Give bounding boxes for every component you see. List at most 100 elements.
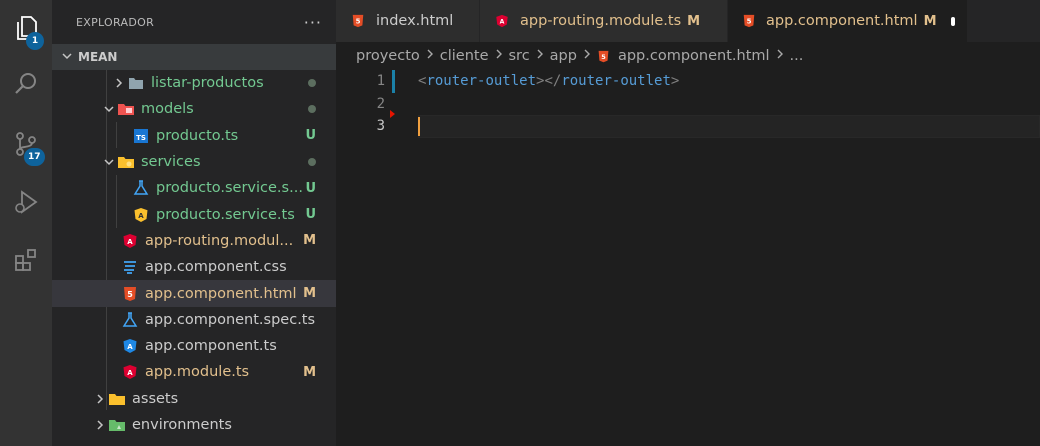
line-number: 2	[376, 95, 385, 112]
tree-item-label: producto.service.ts	[156, 206, 295, 223]
code-editor[interactable]: 1 <router-outlet></router-outlet> 2 3	[336, 70, 1040, 446]
source-control-icon[interactable]: 17	[0, 120, 52, 168]
svg-text:A: A	[127, 369, 133, 377]
tree-item-models[interactable]: models	[52, 96, 336, 122]
tree-item-app-component-css[interactable]: app.component.css	[52, 254, 336, 280]
git-status-badge: M	[303, 233, 316, 249]
folder-icon	[127, 75, 145, 91]
tree-item-label: app.component.spec.ts	[145, 311, 316, 328]
explorer-title: EXPLORADOR	[76, 15, 155, 29]
tree-item-app-component-ts[interactable]: A app.component.ts	[52, 333, 336, 359]
unsaved-dot-icon[interactable]	[950, 16, 955, 26]
breadcrumb-item[interactable]: proyecto	[356, 48, 420, 64]
tree-item-app-module[interactable]: A app.module.ts M	[52, 359, 336, 385]
explorer-header: EXPLORADOR ···	[52, 0, 336, 44]
angular-icon: A	[121, 233, 139, 249]
tab-status: M	[687, 13, 701, 29]
explorer-sidebar: EXPLORADOR ··· MEAN listar-productos mod…	[52, 0, 336, 446]
status-dot	[308, 79, 316, 88]
tree-item-label: app.component.html	[145, 285, 297, 302]
folder-services-icon	[117, 154, 135, 170]
source-control-badge: 17	[24, 148, 45, 166]
tree-item-label: assets	[132, 390, 179, 407]
tree-item-label: app-routing.modul...	[145, 232, 294, 249]
tab-label: app-routing.module.ts	[520, 13, 682, 29]
tab-app-routing-module[interactable]: A app-routing.module.ts M	[480, 0, 728, 42]
editor-tabs: 5 index.html A app-routing.module.ts M 5…	[336, 0, 1040, 42]
chevron-right-icon	[776, 48, 784, 64]
angular-icon: A	[494, 13, 510, 29]
tree-item-producto-service-ts[interactable]: A producto.service.ts U	[52, 201, 336, 227]
explorer-icon[interactable]: 1	[0, 4, 52, 52]
svg-text:A: A	[138, 212, 144, 220]
chevron-right-icon	[426, 48, 434, 64]
chevron-right-icon	[92, 419, 108, 431]
angular-service-icon: A	[132, 207, 150, 223]
chevron-right-icon	[92, 393, 108, 405]
git-status-badge: M	[303, 364, 316, 380]
tree-item-label: services	[141, 154, 201, 171]
tree-item-app-component-html[interactable]: 5 app.component.html M	[52, 280, 336, 307]
tree-item-app-component-spec[interactable]: app.component.spec.ts	[52, 307, 336, 333]
tree-item-label: producto.ts	[156, 127, 239, 144]
html5-icon: 5	[121, 286, 139, 302]
svg-text:5: 5	[601, 52, 606, 60]
chevron-right-icon	[111, 77, 127, 89]
svg-text:A: A	[127, 343, 133, 351]
tab-label: app.component.html	[766, 13, 918, 29]
breadcrumb: proyecto cliente src app 5 app.component…	[336, 42, 1040, 70]
svg-text:5: 5	[747, 18, 752, 26]
tab-index-html[interactable]: 5 index.html	[336, 0, 480, 42]
tab-app-component-html[interactable]: 5 app.component.html M	[728, 0, 968, 42]
line-number: 3	[376, 118, 385, 135]
test-flask-icon	[132, 180, 150, 196]
tree-item-services[interactable]: services	[52, 149, 336, 175]
git-status-badge: U	[305, 128, 316, 144]
svg-text:A: A	[500, 19, 505, 26]
breadcrumb-item[interactable]: src	[509, 48, 530, 64]
tree-item-listar-productos[interactable]: listar-productos	[52, 70, 336, 96]
svg-text:TS: TS	[136, 134, 146, 142]
chevron-down-icon	[101, 157, 117, 167]
workspace-section-header[interactable]: MEAN	[52, 44, 336, 70]
workspace-name: MEAN	[78, 50, 118, 64]
tab-label: index.html	[376, 13, 454, 29]
tree-item-label: producto.service.s...	[156, 180, 303, 197]
chevron-right-icon	[583, 48, 591, 64]
tree-item-app-routing-module[interactable]: A app-routing.modul... M	[52, 228, 336, 254]
extensions-icon[interactable]	[0, 236, 52, 284]
tab-status: M	[923, 13, 937, 29]
code-line: 1 <router-outlet></router-outlet>	[336, 70, 1040, 93]
folder-environment-icon	[108, 417, 126, 433]
git-status-badge: U	[305, 207, 316, 223]
status-dot	[308, 105, 316, 114]
chevron-down-icon	[101, 104, 117, 114]
tree-item-label: app.module.ts	[145, 364, 250, 381]
typescript-icon: TS	[132, 128, 150, 144]
folder-assets-icon	[108, 391, 126, 407]
breadcrumb-item[interactable]: cliente	[440, 48, 489, 64]
explorer-badge: 1	[26, 32, 44, 50]
more-actions-icon[interactable]: ···	[304, 13, 322, 32]
git-status-badge: M	[303, 286, 316, 302]
angular-icon: A	[121, 364, 139, 380]
chevron-right-icon	[495, 48, 503, 64]
line-number: 1	[376, 73, 385, 90]
angular-component-icon: A	[121, 338, 139, 354]
breadcrumb-item[interactable]: app	[550, 48, 577, 64]
tree-item-assets[interactable]: assets	[52, 386, 336, 412]
tree-item-producto-ts[interactable]: TS producto.ts U	[52, 123, 336, 149]
folder-models-icon	[117, 101, 135, 117]
search-icon[interactable]	[0, 60, 52, 108]
run-debug-icon[interactable]	[0, 178, 52, 226]
breadcrumb-item[interactable]: ...	[790, 48, 804, 64]
tree-item-environments[interactable]: environments	[52, 412, 336, 438]
tree-item-producto-service-spec[interactable]: producto.service.s... U	[52, 175, 336, 201]
html5-icon: 5	[742, 13, 756, 29]
git-status-badge: U	[305, 180, 316, 196]
tree-item-label: environments	[132, 417, 232, 433]
git-modified-gutter	[392, 70, 395, 93]
file-tree: listar-productos models TS producto.ts U…	[52, 70, 336, 438]
breadcrumb-item[interactable]: app.component.html	[618, 48, 770, 64]
tree-item-label: app.component.css	[145, 259, 287, 276]
